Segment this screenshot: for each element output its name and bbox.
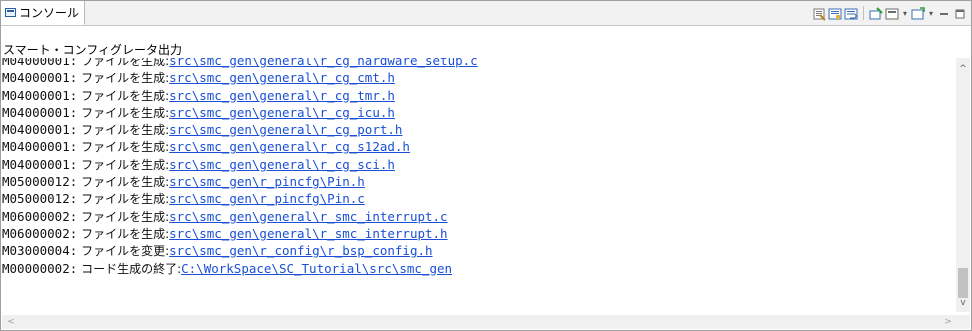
console-icon — [5, 8, 16, 17]
file-path-link[interactable]: C:\WorkSpace\SC_Tutorial\src\smc_gen — [181, 261, 452, 276]
file-path-link[interactable]: src\smc_gen\general\r_smc_interrupt.c — [169, 209, 447, 224]
message-text: ファイルを生成: — [77, 157, 170, 172]
console-line: M04000001: ファイルを生成:src\smc_gen\general\r… — [2, 156, 958, 173]
minimize-icon[interactable] — [937, 6, 951, 20]
file-path-link[interactable]: src\smc_gen\general\r_cg_icu.h — [169, 105, 395, 120]
file-path-link[interactable]: src\smc_gen\general\r_cg_sci.h — [169, 157, 395, 172]
file-path-link[interactable]: src\smc_gen\general\r_cg_hardware_setup.… — [169, 58, 478, 68]
file-path-link[interactable]: src\smc_gen\general\r_cg_cmt.h — [169, 70, 395, 85]
message-code: M05000012: — [2, 174, 78, 190]
message-code: M00000002: — [2, 260, 78, 276]
console-line: M05000012: ファイルを生成:src\smc_gen\r_pincfg\… — [2, 190, 958, 207]
message-text: ファイルを生成: — [77, 123, 170, 138]
message-code: M04000001: — [2, 58, 78, 68]
console-line: M03000004: ファイルを変更:src\smc_gen\r_config\… — [2, 242, 958, 259]
file-path-link[interactable]: src\smc_gen\general\r_cg_tmr.h — [169, 88, 395, 103]
word-wrap-icon[interactable] — [844, 6, 858, 20]
display-selected-console-icon[interactable] — [885, 6, 899, 20]
message-code: M04000001: — [2, 87, 78, 103]
console-title: スマート・コンフィグレータ出力 — [3, 43, 183, 57]
console-line: M05000012: ファイルを生成:src\smc_gen\r_pincfg\… — [2, 173, 958, 190]
message-code: M04000001: — [2, 70, 78, 86]
horizontal-scrollbar[interactable]: < > — [2, 315, 957, 329]
file-path-link[interactable]: src\smc_gen\r_pincfg\Pin.c — [169, 191, 365, 206]
clear-console-icon[interactable] — [812, 6, 826, 21]
tab-console-label: コンソール — [19, 6, 80, 20]
pin-console-icon[interactable] — [869, 6, 883, 20]
open-console-dropdown[interactable]: ▾ — [927, 9, 935, 18]
maximize-icon[interactable] — [953, 6, 967, 20]
message-code: M03000004: — [2, 243, 78, 259]
scroll-lock-icon[interactable] — [828, 6, 842, 20]
scroll-down-icon[interactable]: v — [956, 296, 970, 310]
message-text: ファイルを変更: — [77, 244, 170, 259]
scroll-left-icon[interactable]: < — [4, 315, 18, 329]
message-code: M06000002: — [2, 208, 78, 224]
console-line: M06000002: ファイルを生成:src\smc_gen\general\r… — [2, 208, 958, 225]
console-output-lines: M04000001: ファイルを生成:src\smc_gen\general\r… — [2, 58, 958, 277]
console-line: M04000001: ファイルを生成:src\smc_gen\general\r… — [2, 138, 958, 155]
console-view: コンソール ▾ ▾ スマート・コンフィグレータ出力 M04000001: ファイ… — [0, 0, 972, 331]
message-text: ファイルを生成: — [77, 105, 170, 120]
message-code: M04000001: — [2, 156, 78, 172]
console-line: M04000001: ファイルを生成:src\smc_gen\general\r… — [2, 87, 958, 104]
message-code: M04000001: — [2, 139, 78, 155]
message-text: ファイルを生成: — [77, 192, 170, 207]
message-code: M05000012: — [2, 191, 78, 207]
message-text: ファイルを生成: — [77, 58, 170, 68]
file-path-link[interactable]: src\smc_gen\general\r_smc_interrupt.h — [169, 226, 447, 241]
tab-console[interactable]: コンソール — [1, 1, 85, 25]
message-text: コード生成の終了: — [77, 261, 182, 276]
message-text: ファイルを生成: — [77, 71, 170, 86]
file-path-link[interactable]: src\smc_gen\r_config\r_bsp_config.h — [169, 243, 432, 258]
display-console-dropdown[interactable]: ▾ — [901, 9, 909, 18]
scroll-right-icon[interactable]: > — [941, 315, 955, 329]
console-toolbar: ▾ ▾ — [812, 4, 967, 22]
vertical-scrollbar[interactable]: ^ v — [956, 58, 970, 312]
message-code: M06000002: — [2, 225, 78, 241]
console-line: M04000001: ファイルを生成:src\smc_gen\general\r… — [2, 58, 958, 69]
message-code: M04000001: — [2, 122, 78, 138]
console-output[interactable]: M04000001: ファイルを生成:src\smc_gen\general\r… — [2, 58, 958, 311]
toolbar-separator — [863, 6, 864, 20]
file-path-link[interactable]: src\smc_gen\r_pincfg\Pin.h — [169, 174, 365, 189]
console-line: M04000001: ファイルを生成:src\smc_gen\general\r… — [2, 69, 958, 86]
message-text: ファイルを生成: — [77, 209, 170, 224]
console-line: M00000002: コード生成の終了:C:\WorkSpace\SC_Tuto… — [2, 260, 958, 277]
message-text: ファイルを生成: — [77, 226, 170, 241]
file-path-link[interactable]: src\smc_gen\general\r_cg_s12ad.h — [169, 139, 410, 154]
file-path-link[interactable]: src\smc_gen\general\r_cg_port.h — [169, 122, 402, 137]
message-code: M04000001: — [2, 104, 78, 120]
console-line: M06000002: ファイルを生成:src\smc_gen\general\r… — [2, 225, 958, 242]
view-tab-bar: コンソール ▾ ▾ — [1, 1, 971, 26]
console-line: M04000001: ファイルを生成:src\smc_gen\general\r… — [2, 121, 958, 138]
message-text: ファイルを生成: — [77, 175, 170, 190]
open-console-icon[interactable] — [911, 6, 925, 20]
console-line: M04000001: ファイルを生成:src\smc_gen\general\r… — [2, 104, 958, 121]
vertical-scroll-thumb[interactable] — [958, 268, 968, 298]
message-text: ファイルを生成: — [77, 88, 170, 103]
message-text: ファイルを生成: — [77, 140, 170, 155]
scrollbar-corner — [956, 315, 970, 329]
scroll-up-icon[interactable]: ^ — [956, 62, 970, 76]
